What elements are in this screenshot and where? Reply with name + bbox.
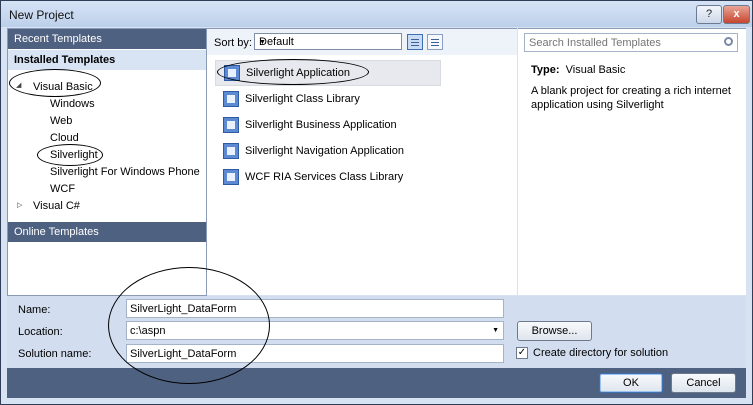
solution-name-field[interactable] bbox=[126, 344, 504, 363]
template-type: Type: Visual Basic bbox=[531, 64, 625, 76]
type-label: Type: bbox=[531, 64, 560, 76]
search-input[interactable] bbox=[527, 35, 719, 50]
templates-list-panel: Sort by: Default ▼ Silverlight Applicati… bbox=[207, 28, 517, 295]
template-label: Silverlight Class Library bbox=[245, 93, 360, 105]
close-button[interactable]: x bbox=[723, 5, 750, 24]
tree-item-silverlight[interactable]: Silverlight bbox=[50, 149, 98, 161]
solution-name-label: Solution name: bbox=[18, 348, 92, 360]
tree-item-cloud[interactable]: Cloud bbox=[50, 132, 79, 144]
search-icon[interactable] bbox=[724, 37, 733, 46]
template-label: WCF RIA Services Class Library bbox=[245, 171, 404, 183]
name-field[interactable] bbox=[126, 299, 504, 318]
class-library-icon bbox=[223, 91, 239, 107]
chevron-down-icon[interactable]: ▼ bbox=[492, 327, 499, 334]
navigation-app-icon bbox=[223, 143, 239, 159]
tree-item-visual-basic[interactable]: Visual Basic bbox=[33, 81, 93, 93]
template-label: Silverlight Navigation Application bbox=[245, 145, 404, 157]
create-directory-checkbox[interactable]: ✓ bbox=[516, 347, 528, 359]
location-field[interactable]: ▼ bbox=[126, 321, 504, 340]
sort-by-dropdown[interactable]: Default ▼ bbox=[254, 33, 402, 50]
sort-toolbar: Sort by: Default ▼ bbox=[207, 29, 517, 55]
template-label: Silverlight Business Application bbox=[245, 119, 397, 131]
template-item-silverlight-application[interactable]: Silverlight Application bbox=[215, 60, 441, 86]
tree-item-visual-csharp[interactable]: Visual C# bbox=[33, 200, 80, 212]
new-project-dialog: New Project ? x Recent Templates Install… bbox=[0, 0, 753, 405]
tree-item-web[interactable]: Web bbox=[50, 115, 72, 127]
window-title: New Project bbox=[9, 8, 74, 22]
template-description: A blank project for creating a rich inte… bbox=[531, 85, 731, 111]
expanded-arrow-icon[interactable]: ◢ bbox=[16, 81, 21, 89]
ok-button[interactable]: OK bbox=[599, 373, 663, 393]
collapsed-arrow-icon[interactable]: ▷ bbox=[17, 201, 22, 209]
location-input[interactable] bbox=[130, 324, 485, 337]
template-details-panel: Type: Visual Basic A blank project for c… bbox=[518, 28, 746, 295]
dialog-footer: OK Cancel bbox=[7, 368, 746, 398]
title-bar: New Project ? x bbox=[1, 1, 752, 27]
template-item-wcf-ria-services-class-library[interactable]: WCF RIA Services Class Library bbox=[215, 165, 439, 189]
installed-templates-header[interactable]: Installed Templates bbox=[8, 50, 206, 70]
online-templates-header[interactable]: Online Templates bbox=[8, 222, 206, 242]
recent-templates-header[interactable]: Recent Templates bbox=[8, 29, 206, 49]
tree-item-silverlight-windows-phone[interactable]: Silverlight For Windows Phone bbox=[50, 166, 200, 178]
silverlight-app-icon bbox=[224, 65, 240, 81]
browse-button[interactable]: Browse... bbox=[517, 321, 592, 341]
name-label: Name: bbox=[18, 304, 51, 316]
cancel-button[interactable]: Cancel bbox=[671, 373, 736, 393]
tree-item-windows[interactable]: Windows bbox=[50, 98, 95, 110]
help-button[interactable]: ? bbox=[696, 5, 722, 24]
template-item-silverlight-class-library[interactable]: Silverlight Class Library bbox=[215, 87, 439, 111]
small-icons-view-button[interactable] bbox=[427, 34, 443, 50]
template-item-silverlight-navigation-application[interactable]: Silverlight Navigation Application bbox=[215, 139, 439, 163]
chevron-down-icon: ▼ bbox=[259, 39, 266, 46]
ria-services-icon bbox=[223, 169, 239, 185]
solution-name-input[interactable] bbox=[130, 347, 500, 360]
template-label: Silverlight Application bbox=[246, 67, 350, 79]
sort-by-label: Sort by: bbox=[214, 37, 252, 49]
project-settings-form: Name: Location: ▼ Browse... Solution nam… bbox=[7, 296, 746, 368]
type-value: Visual Basic bbox=[565, 64, 626, 76]
name-input[interactable] bbox=[130, 302, 500, 315]
location-label: Location: bbox=[18, 326, 63, 338]
business-app-icon bbox=[223, 117, 239, 133]
search-box[interactable] bbox=[524, 33, 738, 52]
template-categories-panel: Recent Templates Installed Templates ◢ V… bbox=[7, 28, 207, 296]
create-directory-label[interactable]: Create directory for solution bbox=[533, 347, 668, 359]
template-item-silverlight-business-application[interactable]: Silverlight Business Application bbox=[215, 113, 439, 137]
tree-item-wcf[interactable]: WCF bbox=[50, 183, 75, 195]
medium-icons-view-button[interactable] bbox=[407, 34, 423, 50]
